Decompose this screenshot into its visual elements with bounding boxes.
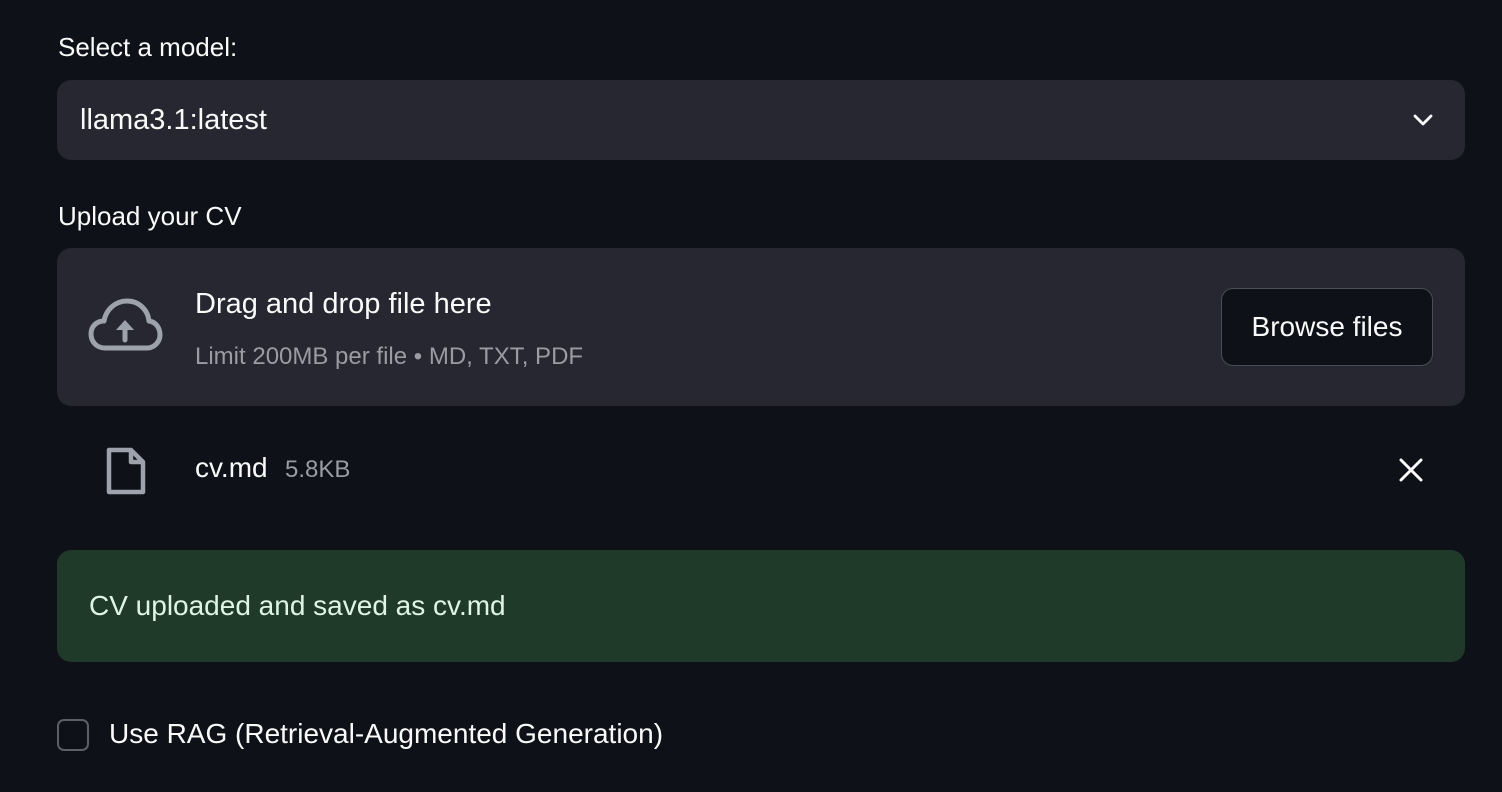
rag-checkbox-label: Use RAG (Retrieval-Augmented Generation)	[109, 718, 664, 749]
app-page: Select a model: llama3.1:latest Upload y…	[0, 0, 1502, 792]
rag-checkbox[interactable]	[57, 719, 89, 751]
cloud-upload-icon	[88, 298, 163, 351]
uploaded-file-size: 5.8KB	[285, 456, 351, 483]
model-select-label: Select a model:	[58, 32, 238, 62]
uploader-label: Upload your CV	[58, 201, 242, 231]
uploaded-file-name: cv.md	[195, 452, 268, 483]
dropzone-limit-text: Limit 200MB per file • MD, TXT, PDF	[195, 343, 584, 370]
browse-files-button[interactable]: Browse files	[1221, 288, 1433, 366]
file-dropzone[interactable]: Drag and drop file here Limit 200MB per …	[57, 248, 1465, 406]
dropzone-title: Drag and drop file here	[195, 288, 492, 320]
model-select[interactable]: llama3.1:latest	[57, 80, 1465, 160]
success-alert: CV uploaded and saved as cv.md	[57, 550, 1465, 662]
model-select-value: llama3.1:latest	[80, 104, 267, 136]
success-message: CV uploaded and saved as cv.md	[89, 590, 506, 621]
chevron-down-icon	[1413, 114, 1433, 126]
file-icon	[106, 447, 146, 495]
close-icon[interactable]	[1395, 454, 1427, 486]
uploaded-file-row: cv.md 5.8KB	[57, 430, 1465, 510]
